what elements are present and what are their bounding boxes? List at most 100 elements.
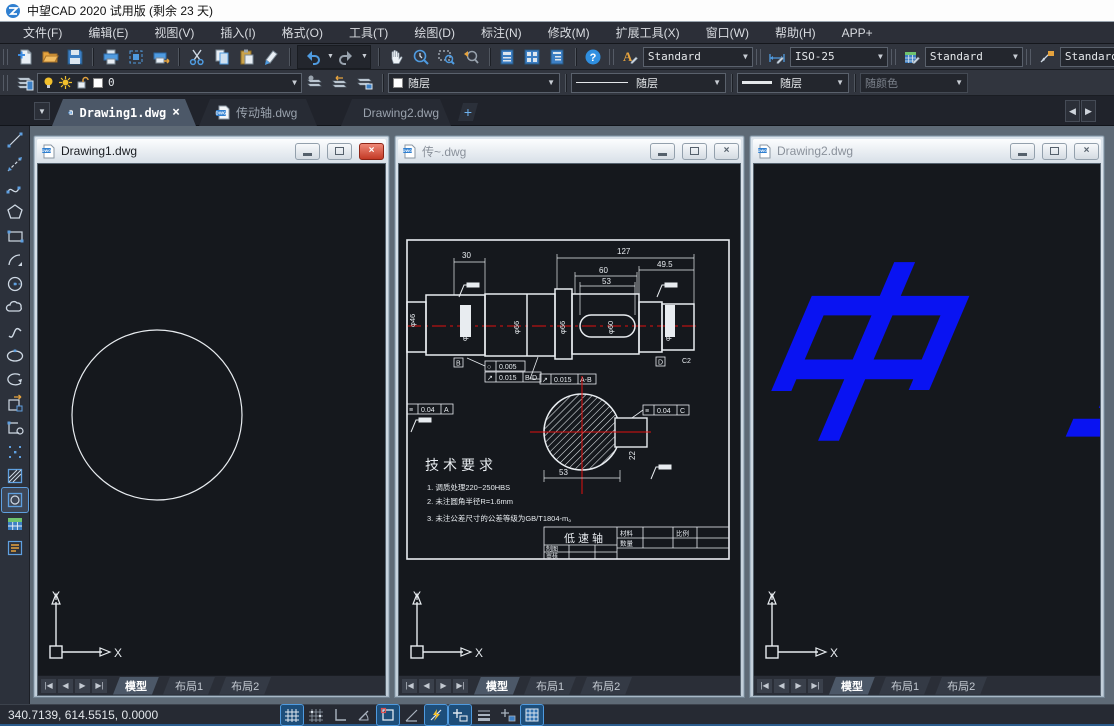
menu-item[interactable]: 标注(N) [468, 24, 535, 41]
annotation-scale-toggle[interactable] [497, 705, 519, 725]
layer-on-bulb-icon[interactable] [42, 76, 55, 89]
zoom-previous-button[interactable] [459, 46, 484, 68]
dynamic-input-toggle[interactable] [449, 705, 471, 725]
close-button[interactable]: × [1074, 143, 1099, 160]
layout-nav-last-button[interactable]: ▶| [92, 679, 107, 693]
toolbar-grip[interactable] [1026, 49, 1031, 65]
maximize-button[interactable] [1042, 143, 1067, 160]
text-style-combo[interactable]: Standard ▼ [643, 47, 753, 67]
plot-style-combo[interactable]: 随颜色 ▼ [860, 73, 968, 93]
xline-tool-button[interactable] [2, 152, 28, 176]
layer-unlock-icon[interactable] [76, 76, 89, 89]
new-tab-button[interactable]: + [458, 103, 478, 121]
layout-nav-first-button[interactable]: |◀ [41, 679, 56, 693]
layout-nav-first-button[interactable]: |◀ [402, 679, 417, 693]
layout-tab-layout1[interactable]: 布局1 [879, 677, 931, 695]
color-combo[interactable]: 随层 ▼ [388, 73, 560, 93]
child-window-titlebar[interactable]: DWG Drawing1.dwg × [37, 139, 386, 163]
layer-manager-button[interactable] [12, 72, 37, 94]
layout-tab-model[interactable]: 模型 [474, 677, 520, 695]
undo-button[interactable] [300, 46, 325, 68]
child-window-chuandongzhou[interactable]: DWG 传~.dwg × [394, 135, 745, 698]
layer-color-swatch[interactable] [93, 78, 103, 88]
layout-tab-layout1[interactable]: 布局1 [163, 677, 215, 695]
layout-nav-last-button[interactable]: ▶| [808, 679, 823, 693]
polyline-tool-button[interactable] [2, 176, 28, 200]
region-tool-button[interactable] [2, 488, 28, 512]
format-painter-button[interactable] [259, 46, 284, 68]
text-style-icon[interactable]: A [618, 46, 643, 68]
layout-tab-layout2[interactable]: 布局2 [219, 677, 271, 695]
close-button[interactable]: × [714, 143, 739, 160]
layer-states-button[interactable] [302, 72, 327, 94]
rectangle-tool-button[interactable] [2, 224, 28, 248]
copy-button[interactable] [209, 46, 234, 68]
drawing-canvas-2[interactable]: 30 127 49.5 60 53 [398, 163, 741, 696]
save-button[interactable] [62, 46, 87, 68]
redo-dropdown-icon[interactable]: ▼ [361, 53, 368, 60]
tab-scroll-right-button[interactable]: ▶ [1081, 100, 1096, 122]
layout-tab-layout2[interactable]: 布局2 [580, 677, 632, 695]
layout-nav-prev-button[interactable]: ◀ [58, 679, 73, 693]
maximize-button[interactable] [682, 143, 707, 160]
dim-style-combo[interactable]: ISO-25 ▼ [790, 47, 888, 67]
mleader-style-combo[interactable]: Standard ▼ [1060, 47, 1114, 67]
layout-nav-next-button[interactable]: ▶ [75, 679, 90, 693]
child-window-drawing2[interactable]: DWG Drawing2.dwg × 中 望 [749, 135, 1105, 698]
menu-item[interactable]: 视图(V) [141, 24, 207, 41]
snap-toggle[interactable] [305, 705, 327, 725]
paste-button[interactable] [234, 46, 259, 68]
sheet-set-button[interactable] [545, 46, 570, 68]
model-paper-toggle[interactable] [521, 705, 543, 725]
arc-tool-button[interactable] [2, 248, 28, 272]
lineweight-combo[interactable]: 随层 ▼ [737, 73, 849, 93]
zoom-window-button[interactable] [434, 46, 459, 68]
hatch-tool-button[interactable] [2, 464, 28, 488]
layer-combo[interactable]: 0 ▼ [37, 73, 302, 93]
layout-nav-prev-button[interactable]: ◀ [419, 679, 434, 693]
layout-nav-next-button[interactable]: ▶ [436, 679, 451, 693]
print-button[interactable] [98, 46, 123, 68]
open-file-button[interactable] [37, 46, 62, 68]
layout-tab-layout2[interactable]: 布局2 [935, 677, 987, 695]
line-tool-button[interactable] [2, 128, 28, 152]
minimize-button[interactable] [1010, 143, 1035, 160]
polar-toggle[interactable] [353, 705, 375, 725]
drawing-canvas-1[interactable]: Y X |◀ ◀ ▶ ▶| 模型 布局1 布局2 [37, 163, 386, 696]
toolbar-grip[interactable] [756, 49, 761, 65]
doc-tab-drawing1[interactable]: DWG Drawing1.dwg × [52, 99, 196, 126]
layout-nav-next-button[interactable]: ▶ [791, 679, 806, 693]
child-window-titlebar[interactable]: DWG Drawing2.dwg × [753, 139, 1101, 163]
minimize-button[interactable] [295, 143, 320, 160]
new-file-button[interactable] [12, 46, 37, 68]
menu-item[interactable]: 工具(T) [336, 24, 401, 41]
make-block-button[interactable] [2, 416, 28, 440]
ellipse-arc-tool-button[interactable] [2, 368, 28, 392]
tab-scroll-left-button[interactable]: ◀ [1065, 100, 1080, 122]
toolbar-grip[interactable] [3, 49, 8, 65]
close-button[interactable]: × [359, 143, 384, 160]
table-style-icon[interactable] [900, 46, 925, 68]
polygon-tool-button[interactable] [2, 200, 28, 224]
dynamic-ucs-toggle[interactable] [425, 705, 447, 725]
layout-tab-model[interactable]: 模型 [113, 677, 159, 695]
menu-item[interactable]: 窗口(W) [693, 24, 762, 41]
spline-tool-button[interactable] [2, 320, 28, 344]
tool-palettes-button[interactable] [520, 46, 545, 68]
menu-item[interactable]: 文件(F) [10, 24, 75, 41]
print-preview-button[interactable] [123, 46, 148, 68]
mtext-tool-button[interactable] [2, 536, 28, 560]
doc-tab-drawing2[interactable]: DWG Drawing2.dwg [341, 99, 451, 126]
grid-toggle[interactable] [281, 705, 303, 725]
drawing-canvas-3[interactable]: 中 望 Y X |◀ ◀ [753, 163, 1101, 696]
cut-button[interactable] [184, 46, 209, 68]
close-tab-icon[interactable]: × [172, 105, 180, 120]
table-style-combo[interactable]: Standard ▼ [925, 47, 1023, 67]
toolbar-grip[interactable] [891, 49, 896, 65]
point-tool-button[interactable] [2, 440, 28, 464]
layer-thaw-sun-icon[interactable] [59, 76, 72, 89]
help-button[interactable]: ? [581, 46, 606, 68]
layer-isolate-button[interactable] [352, 72, 377, 94]
ortho-toggle[interactable] [329, 705, 351, 725]
doc-tab-chuandongzhou[interactable]: DWG 传动轴.dwg [199, 99, 317, 126]
